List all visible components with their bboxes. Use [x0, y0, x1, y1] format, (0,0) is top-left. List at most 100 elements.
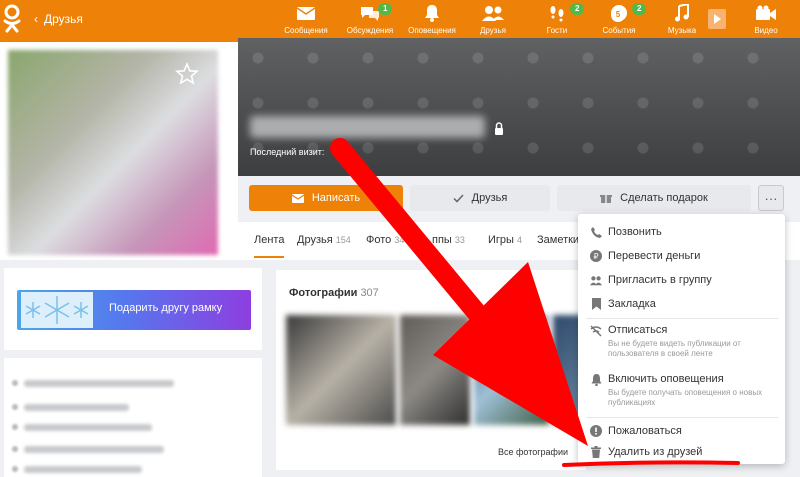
menu-separator — [586, 417, 778, 418]
envelope-icon — [276, 3, 336, 23]
info-line-blurred — [24, 446, 164, 453]
nav-notifications[interactable]: Оповещения — [402, 3, 462, 35]
events-badge: 2 — [632, 3, 647, 15]
avatar-accent-bar — [0, 38, 238, 42]
ok-logo-icon[interactable] — [2, 4, 22, 34]
guests-badge: 2 — [570, 3, 585, 15]
gift-frame-label: Подарить другу рамку — [109, 302, 223, 314]
nav-messages-label: Сообщения — [284, 26, 328, 35]
tab-photos-label: Фото — [366, 234, 392, 246]
tab-groups-count: 33 — [454, 235, 465, 245]
menu-item-unsubscribe[interactable]: Отписаться Вы не будете видеть публикаци… — [578, 322, 785, 366]
discussions-badge: 1 — [378, 3, 393, 15]
tab-photos[interactable]: Фото 34 — [366, 234, 404, 246]
tab-games-count: 4 — [517, 235, 523, 245]
tab-games[interactable]: Игры 4 — [488, 234, 522, 246]
star-icon[interactable] — [175, 62, 199, 86]
unsubscribe-icon — [590, 325, 602, 337]
tab-friends[interactable]: Друзья 154 — [297, 234, 351, 246]
tab-feed[interactable]: Лента — [254, 234, 285, 258]
menu-item-label: Перевести деньги — [608, 250, 701, 262]
friends-icon — [463, 3, 523, 23]
more-actions-button[interactable]: ··· — [758, 185, 784, 211]
profile-cover: Последний визит: — [238, 38, 800, 176]
nav-messages[interactable]: Сообщения — [276, 3, 336, 35]
info-line-blurred — [24, 380, 174, 387]
video-camera-icon — [736, 3, 796, 23]
info-icon — [12, 466, 18, 472]
profile-info-card — [4, 358, 262, 477]
all-photos-link[interactable]: Все фотографии — [498, 447, 568, 457]
menu-separator — [586, 318, 778, 319]
info-icon — [12, 424, 18, 430]
tab-notes[interactable]: Заметки — [537, 234, 579, 246]
nav-discussions-label: Обсуждения — [346, 26, 394, 35]
envelope-icon — [291, 193, 304, 203]
photos-title: Фотографии 307 — [289, 287, 379, 299]
gift-frame-card: Подарить другу рамку — [4, 268, 262, 350]
menu-item-label: Пригласить в группу — [608, 274, 712, 286]
info-line-blurred — [24, 404, 129, 411]
warning-icon — [590, 425, 602, 437]
nav-video-label: Видео — [754, 26, 778, 35]
back-link-label: Друзья — [44, 12, 83, 26]
photo-thumbnail[interactable] — [474, 315, 549, 425]
gift-icon — [600, 195, 613, 203]
menu-item-label: Закладка — [608, 298, 656, 310]
friends-status-label: Друзья — [471, 192, 508, 204]
menu-item-transfer-money[interactable]: ₽ Перевести деньги — [578, 246, 785, 268]
back-link[interactable]: ‹ Друзья — [34, 12, 83, 26]
info-icon — [12, 446, 18, 452]
write-message-label: Написать — [311, 192, 361, 204]
nav-music[interactable]: Музыка — [652, 3, 712, 35]
tab-groups[interactable]: ппы 33 — [432, 234, 465, 246]
write-message-button[interactable]: Написать — [249, 185, 403, 211]
tab-groups-label: ппы — [432, 234, 452, 246]
photos-count: 307 — [360, 287, 379, 299]
tab-feed-label: Лента — [254, 234, 285, 246]
menu-item-invite-group[interactable]: Пригласить в группу — [578, 270, 785, 292]
menu-item-bookmark[interactable]: Закладка — [578, 294, 785, 316]
video-player-icon[interactable] — [708, 9, 726, 29]
photos-card: Фотографии 307 Все фотографии — [276, 270, 586, 470]
menu-item-report[interactable]: Пожаловаться — [578, 421, 785, 441]
make-gift-label: Сделать подарок — [620, 192, 708, 204]
info-icon — [12, 380, 18, 386]
nav-events[interactable]: События 5 2 — [589, 3, 649, 35]
profile-avatar-card — [0, 38, 238, 260]
menu-item-description: Вы будете получать оповещения о новых пу… — [608, 388, 763, 407]
menu-item-enable-notifications[interactable]: Включить оповещения Вы будете получать о… — [578, 371, 785, 415]
more-actions-dropdown: Позвонить ₽ Перевести деньги Пригласить … — [578, 214, 785, 464]
nav-guests[interactable]: Гости 2 — [527, 3, 587, 35]
menu-item-label: Удалить из друзей — [608, 446, 703, 458]
nav-events-label: События — [602, 26, 636, 35]
nav-video[interactable]: Видео — [736, 3, 796, 35]
tab-photos-count: 34 — [394, 235, 405, 245]
tab-friends-label: Друзья — [297, 234, 333, 246]
trash-icon — [590, 446, 602, 458]
nav-discussions[interactable]: Обсуждения 1 — [340, 3, 400, 35]
friends-status-button[interactable]: Друзья — [410, 185, 550, 211]
svg-text:₽: ₽ — [593, 252, 598, 261]
events-count-badge: 5 — [611, 8, 625, 22]
bell-icon — [590, 374, 602, 386]
photo-thumbnail[interactable] — [286, 315, 396, 425]
menu-item-label: Позвонить — [608, 226, 662, 238]
photo-thumbnail[interactable] — [400, 315, 470, 425]
menu-item-label: Пожаловаться — [608, 425, 682, 437]
gift-frame-button[interactable]: Подарить другу рамку — [17, 290, 251, 330]
menu-item-call[interactable]: Позвонить — [578, 222, 785, 244]
nav-friends-label: Друзья — [480, 26, 506, 35]
bookmark-icon — [590, 298, 602, 310]
tab-notes-label: Заметки — [537, 234, 580, 246]
nav-notifications-label: Оповещения — [408, 26, 456, 35]
snowflake-image — [21, 292, 93, 328]
menu-item-remove-friend[interactable]: Удалить из друзей — [578, 443, 785, 463]
nav-friends[interactable]: Друзья — [463, 3, 523, 35]
top-navigation-bar: ‹ Друзья Сообщения Обсуждения 1 Оповещен… — [0, 0, 800, 38]
tab-friends-count: 154 — [335, 235, 351, 245]
nav-guests-label: Гости — [546, 26, 568, 35]
profile-name-blurred — [250, 116, 485, 138]
make-gift-button[interactable]: Сделать подарок — [557, 185, 751, 211]
more-dots-icon: ··· — [764, 190, 778, 206]
